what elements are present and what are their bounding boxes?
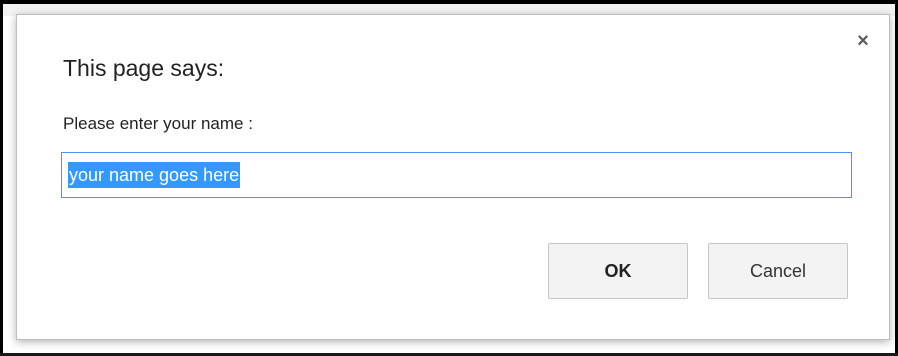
dialog-message: Please enter your name : [63, 114, 253, 133]
cancel-button[interactable]: Cancel [708, 243, 848, 299]
name-input[interactable]: your name goes here [61, 152, 852, 198]
close-icon[interactable]: × [855, 31, 871, 51]
name-input-value: your name goes here [68, 162, 241, 188]
ok-button[interactable]: OK [548, 243, 688, 299]
page-frame-left [0, 0, 3, 356]
dialog-title: This page says: [63, 55, 225, 81]
prompt-dialog: × This page says: Please enter your name… [16, 14, 890, 340]
